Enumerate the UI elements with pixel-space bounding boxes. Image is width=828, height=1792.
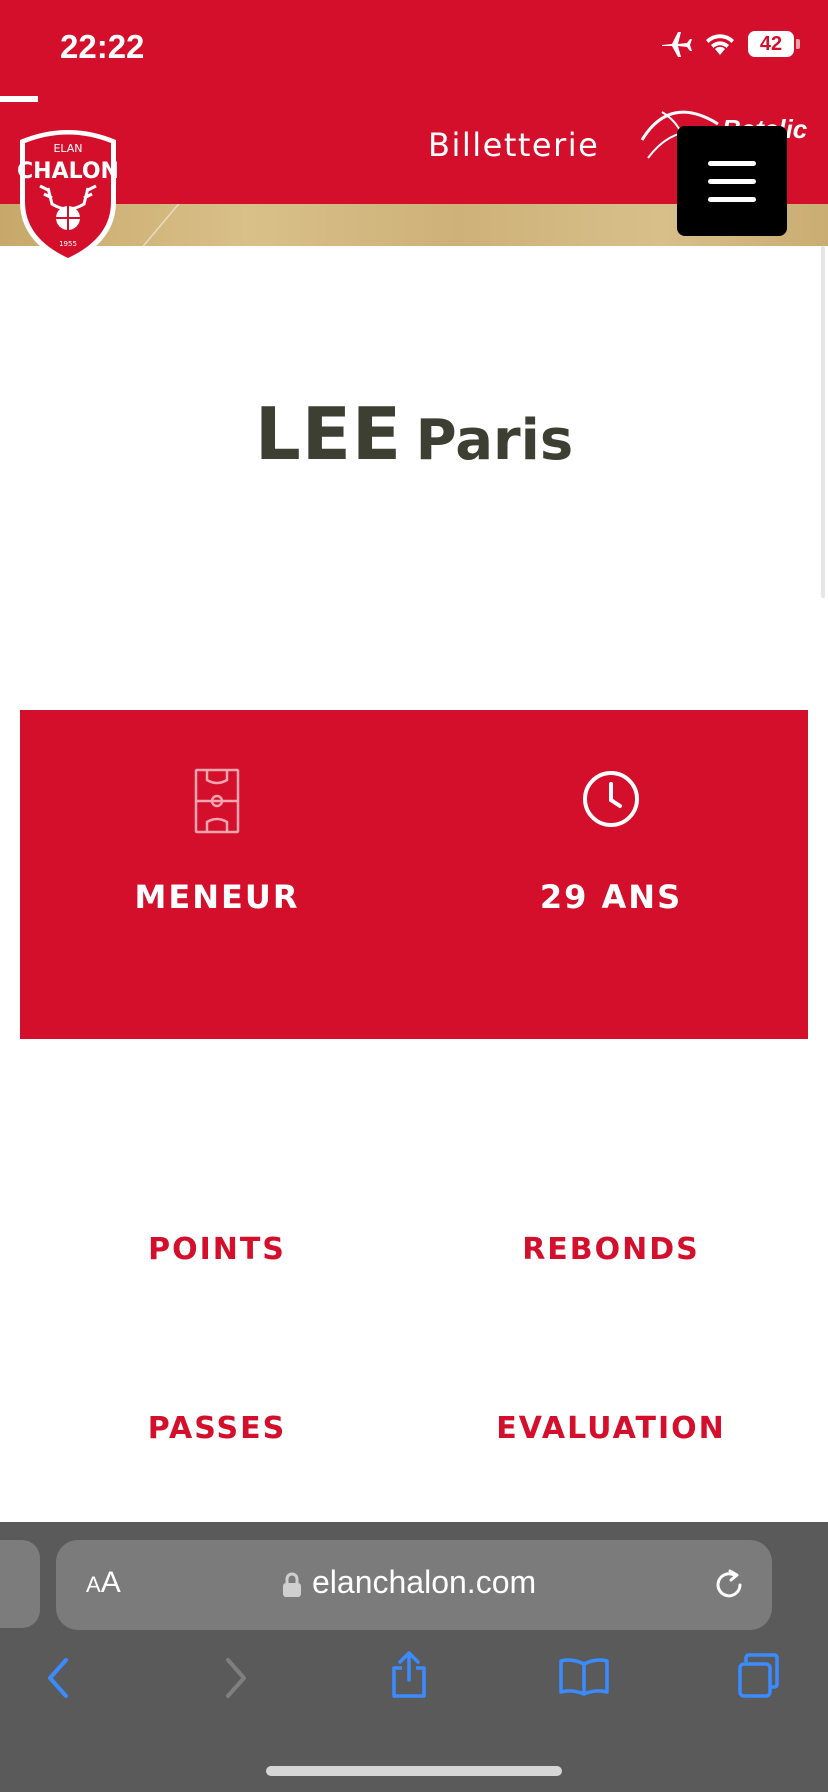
reload-icon[interactable]	[712, 1568, 746, 1602]
logo-text-chalon: CHALON	[17, 159, 119, 184]
status-icons: 42	[660, 30, 800, 58]
ticketing-link[interactable]: Billetterie	[428, 126, 599, 164]
url-text: elanchalon.com	[312, 1564, 537, 1600]
stat-rebounds-label: REBONDS	[522, 1232, 700, 1267]
player-last-name: LEE	[254, 392, 403, 476]
previous-tab-peek[interactable]	[0, 1540, 40, 1628]
position-label: MENEUR	[134, 878, 300, 916]
wifi-icon	[706, 34, 734, 55]
battery-icon: 42	[748, 31, 800, 57]
stat-evaluation-label: EVALUATION	[496, 1411, 726, 1446]
logo-text-elan: ELAN	[53, 142, 82, 155]
address-bar[interactable]: AA elanchalon.com	[56, 1540, 772, 1630]
hamburger-menu-button[interactable]	[677, 126, 787, 236]
clock-icon	[583, 771, 639, 827]
text-size-small-label: A	[86, 1572, 101, 1597]
menu-bar-icon	[708, 179, 756, 184]
lock-icon	[283, 1572, 301, 1597]
menu-bar-icon	[708, 161, 756, 166]
status-bar: 22:22 42	[0, 0, 828, 96]
position-info: MENEUR	[20, 710, 414, 1039]
home-indicator[interactable]	[266, 1766, 562, 1776]
logo-text-year: 1955	[59, 240, 77, 248]
age-info: 29 ANS	[414, 710, 808, 1039]
text-size-button[interactable]: AA	[86, 1566, 121, 1600]
player-first-name: Paris	[415, 408, 574, 473]
age-label: 29 ANS	[539, 878, 683, 916]
player-name: LEE Paris	[0, 392, 828, 476]
elan-chalon-logo[interactable]: ELAN CHALON 1955	[14, 124, 122, 268]
share-icon[interactable]	[388, 1650, 430, 1700]
player-info-panel: MENEUR 29 ANS	[20, 710, 808, 1039]
stat-assists-label: PASSES	[147, 1411, 287, 1446]
bookmarks-icon[interactable]	[558, 1656, 610, 1696]
stat-points-label: POINTS	[148, 1232, 286, 1267]
page-progress-indicator	[0, 96, 38, 102]
menu-bar-icon	[708, 197, 756, 202]
status-time: 22:22	[60, 28, 145, 65]
back-icon[interactable]	[44, 1656, 72, 1700]
text-size-big-label: A	[100, 1566, 121, 1599]
forward-icon[interactable]	[222, 1656, 250, 1700]
airplane-icon	[662, 32, 692, 57]
basketball-court-icon	[194, 768, 240, 834]
tabs-icon[interactable]	[736, 1652, 784, 1700]
